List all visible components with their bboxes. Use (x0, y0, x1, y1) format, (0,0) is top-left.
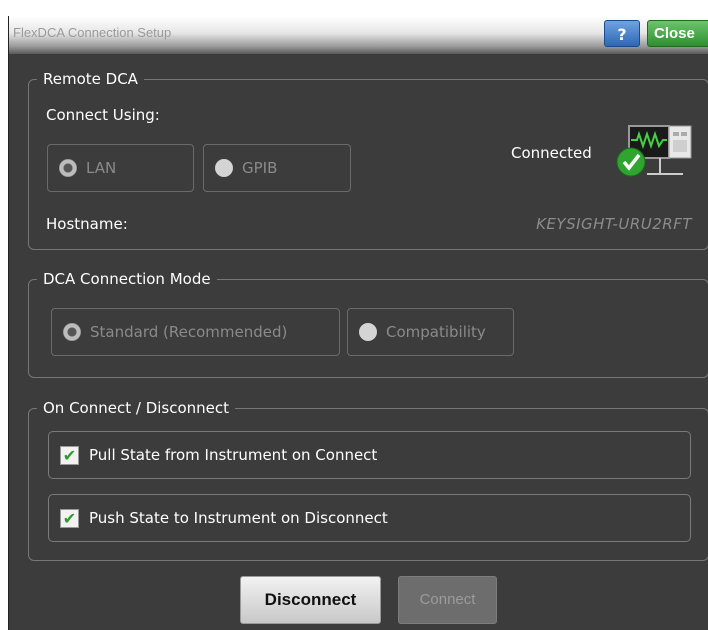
remote-dca-legend: Remote DCA (37, 69, 144, 89)
pull-state-option[interactable]: ✔ Pull State from Instrument on Connect (48, 431, 691, 479)
connection-status-text: Connected (511, 144, 592, 162)
on-connect-legend: On Connect / Disconnect (37, 398, 236, 418)
standard-mode-label: Standard (Recommended) (90, 323, 288, 341)
pull-state-label: Pull State from Instrument on Connect (89, 446, 378, 464)
radio-selected-icon (59, 159, 77, 177)
title-bar: FlexDCA Connection Setup ? Close (9, 16, 708, 54)
compatibility-mode-radio[interactable]: Compatibility (347, 308, 514, 356)
gpib-radio-label: GPIB (242, 159, 278, 177)
connect-using-label: Connect Using: (46, 106, 160, 124)
push-state-label: Push State to Instrument on Disconnect (89, 509, 388, 527)
hostname-value: KEYSIGHT-URU2RFT (536, 215, 692, 233)
connect-button[interactable]: Connect (398, 576, 497, 624)
compatibility-mode-label: Compatibility (386, 323, 486, 341)
dialog-title: FlexDCA Connection Setup (13, 25, 172, 40)
radio-selected-icon (63, 323, 81, 341)
connection-mode-legend: DCA Connection Mode (37, 269, 217, 289)
disconnect-button[interactable]: Disconnect (240, 576, 381, 624)
close-button[interactable]: Close (647, 20, 708, 47)
gpib-radio[interactable]: GPIB (203, 144, 351, 192)
radio-unselected-icon (215, 159, 233, 177)
radio-unselected-icon (359, 323, 377, 341)
hostname-label: Hostname: (46, 215, 128, 233)
checkmark-icon[interactable]: ✔ (60, 446, 79, 465)
standard-mode-radio[interactable]: Standard (Recommended) (51, 308, 340, 356)
push-state-option[interactable]: ✔ Push State to Instrument on Disconnect (48, 494, 691, 542)
connection-setup-dialog: FlexDCA Connection Setup ? Close Remote … (8, 16, 708, 630)
checkmark-icon[interactable]: ✔ (60, 509, 79, 528)
help-button[interactable]: ? (604, 20, 640, 47)
connected-network-icon (616, 125, 692, 177)
lan-radio[interactable]: LAN (47, 144, 194, 192)
lan-radio-label: LAN (86, 159, 117, 177)
